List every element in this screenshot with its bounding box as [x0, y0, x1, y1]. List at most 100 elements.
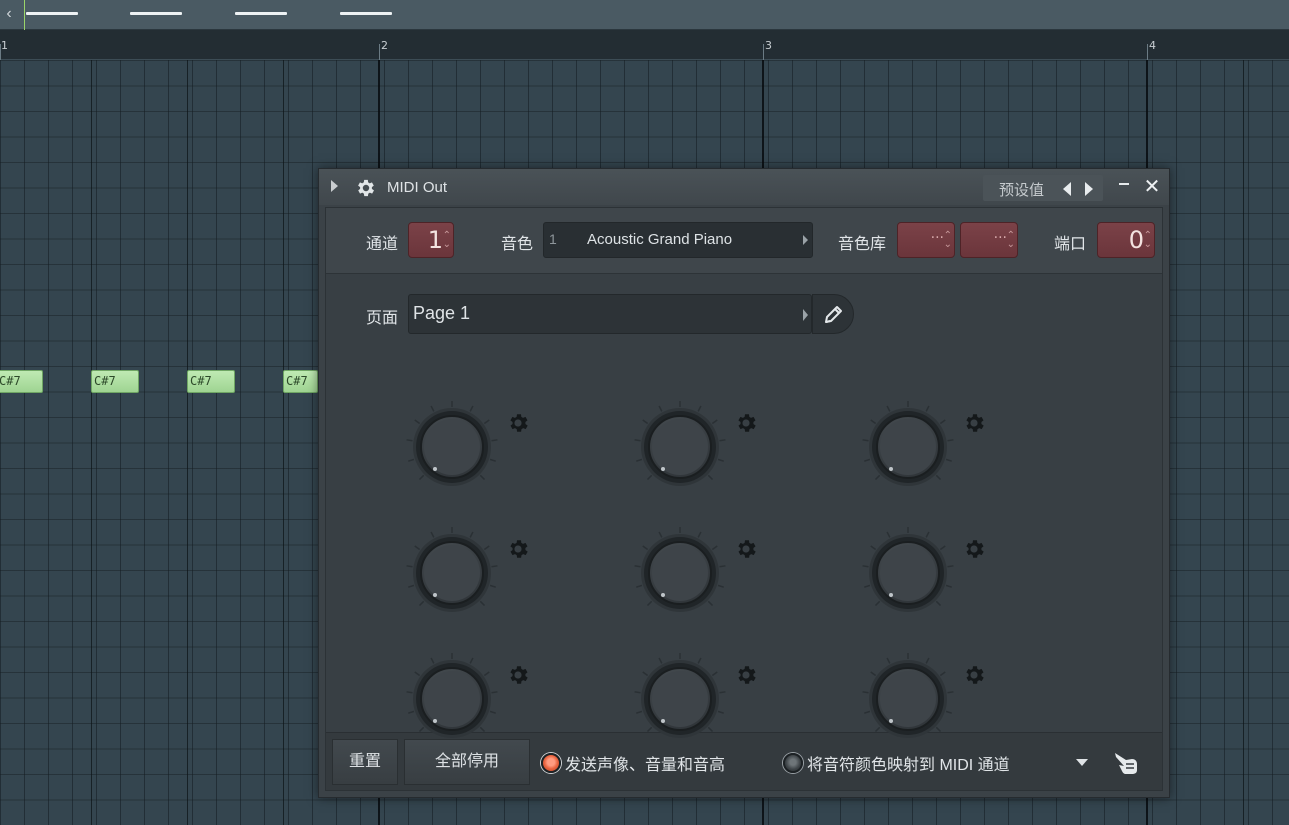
page-selector[interactable]: Page 1	[408, 294, 812, 334]
reset-button[interactable]: 重置	[332, 739, 398, 785]
close-button[interactable]: ✕	[1143, 177, 1161, 197]
gear-icon[interactable]	[734, 537, 758, 561]
pattern-block	[340, 12, 392, 15]
timeline-ruler[interactable]: 1 2 3 4	[0, 30, 1289, 60]
knob-icon	[862, 527, 954, 612]
beat-line	[91, 60, 92, 825]
beat-line	[283, 60, 284, 825]
plugin-body: 通道 1 ⌃ ⌄ 音色 1 Acoustic Grand Piano 音色库 ··…	[325, 207, 1163, 791]
bank-label: 音色库	[838, 236, 887, 253]
knob-icon	[634, 653, 726, 738]
control-knob[interactable]	[858, 649, 958, 749]
port-label: 端口	[1054, 236, 1087, 253]
map-note-color-radio[interactable]	[783, 753, 803, 773]
dropdown-arrow-icon	[803, 235, 808, 245]
bank-msb-value: ···	[930, 230, 944, 246]
scroll-left-icon[interactable]: ‹	[0, 0, 18, 30]
channel-spinner[interactable]: 1 ⌃ ⌄	[408, 222, 454, 258]
options-dropdown-icon[interactable]	[1076, 759, 1088, 766]
bank-lsb-spinner[interactable]: ··· ⌃ ⌄	[960, 222, 1018, 258]
piano-note[interactable]: C#7	[187, 370, 235, 393]
gear-icon[interactable]	[734, 663, 758, 687]
knob-icon	[634, 527, 726, 612]
piano-note[interactable]: C#7	[91, 370, 139, 393]
knob-icon	[862, 653, 954, 738]
beat-line	[187, 60, 188, 825]
gear-icon[interactable]	[506, 537, 530, 561]
port-value: 0	[1128, 226, 1144, 254]
hand-pointer-icon[interactable]	[1112, 747, 1142, 777]
edit-page-button[interactable]	[812, 294, 854, 334]
channel-value: 1	[427, 226, 443, 254]
control-knob[interactable]	[858, 397, 958, 497]
bank-msb-spinner[interactable]: ··· ⌃ ⌄	[897, 222, 955, 258]
window-title: MIDI Out	[387, 179, 448, 196]
preset-next-icon[interactable]	[1085, 182, 1093, 196]
control-knob[interactable]	[402, 649, 502, 749]
note-label: C#7	[94, 374, 116, 388]
gear-icon[interactable]	[355, 177, 377, 199]
expand-arrow-icon[interactable]	[331, 180, 338, 192]
gear-icon[interactable]	[962, 537, 986, 561]
piano-note[interactable]: C#7	[0, 370, 43, 393]
pattern-block	[130, 12, 182, 15]
spin-arrows-icon: ⌃ ⌄	[442, 230, 451, 250]
window-titlebar[interactable]: MIDI Out 预设值 ✕	[319, 169, 1169, 205]
control-knob[interactable]	[402, 397, 502, 497]
channel-label: 通道	[366, 236, 399, 253]
control-knob[interactable]	[402, 523, 502, 623]
note-label: C#7	[190, 374, 212, 388]
spin-arrows-icon: ⌃ ⌄	[943, 230, 952, 250]
bar-number: 2	[381, 39, 388, 52]
program-number: 1	[549, 231, 557, 247]
spin-arrows-icon: ⌃ ⌄	[1143, 230, 1152, 250]
pencil-icon	[825, 306, 842, 323]
bar-tick	[1147, 44, 1148, 60]
send-pan-vol-pitch-label[interactable]: 发送声像、音量和音高	[565, 751, 725, 775]
control-knob[interactable]	[630, 649, 730, 749]
dropdown-arrow-icon	[803, 309, 808, 321]
knob-icon	[406, 527, 498, 612]
gear-icon[interactable]	[962, 411, 986, 435]
knob-icon	[634, 401, 726, 486]
program-name: Acoustic Grand Piano	[587, 231, 733, 248]
preset-selector[interactable]: 预设值	[983, 175, 1103, 201]
minimize-button[interactable]	[1117, 177, 1131, 191]
midi-settings-row: 通道 1 ⌃ ⌄ 音色 1 Acoustic Grand Piano 音色库 ··…	[326, 208, 1162, 274]
knob-icon	[406, 653, 498, 738]
send-pan-vol-pitch-radio[interactable]	[541, 753, 561, 773]
control-knob[interactable]	[630, 523, 730, 623]
gear-icon[interactable]	[734, 411, 758, 435]
bar-number: 1	[1, 39, 8, 52]
spin-arrows-icon: ⌃ ⌄	[1006, 230, 1015, 250]
knob-icon	[862, 401, 954, 486]
preset-prev-icon[interactable]	[1063, 182, 1071, 196]
map-note-color-label[interactable]: 将音符颜色映射到 MIDI 通道	[807, 751, 1010, 775]
bar-number: 4	[1149, 39, 1156, 52]
beat-line	[1243, 60, 1244, 825]
pattern-block	[235, 12, 287, 15]
page-value: Page 1	[413, 303, 471, 323]
gear-icon[interactable]	[962, 663, 986, 687]
bar-number: 3	[765, 39, 772, 52]
control-knob[interactable]	[630, 397, 730, 497]
midi-out-window: MIDI Out 预设值 ✕ 通道 1 ⌃ ⌄ 音色 1 Acoustic Gra…	[318, 168, 1170, 798]
program-selector[interactable]: 1 Acoustic Grand Piano	[543, 222, 813, 258]
pattern-overview-bar[interactable]: ‹	[0, 0, 1289, 30]
bar-tick	[763, 44, 764, 60]
note-label: C#7	[286, 374, 308, 388]
preset-label: 预设值	[999, 182, 1045, 199]
knob-icon	[406, 401, 498, 486]
bar-tick	[379, 44, 380, 60]
playhead-marker[interactable]	[24, 0, 25, 30]
page-label: 页面	[366, 310, 399, 327]
pattern-block	[26, 12, 78, 15]
control-knob[interactable]	[858, 523, 958, 623]
piano-note[interactable]: C#7	[283, 370, 318, 393]
gear-icon[interactable]	[506, 663, 530, 687]
port-spinner[interactable]: 0 ⌃ ⌄	[1097, 222, 1155, 258]
gear-icon[interactable]	[506, 411, 530, 435]
program-label: 音色	[501, 236, 534, 253]
bank-lsb-value: ···	[993, 230, 1007, 246]
note-label: C#7	[0, 374, 21, 388]
